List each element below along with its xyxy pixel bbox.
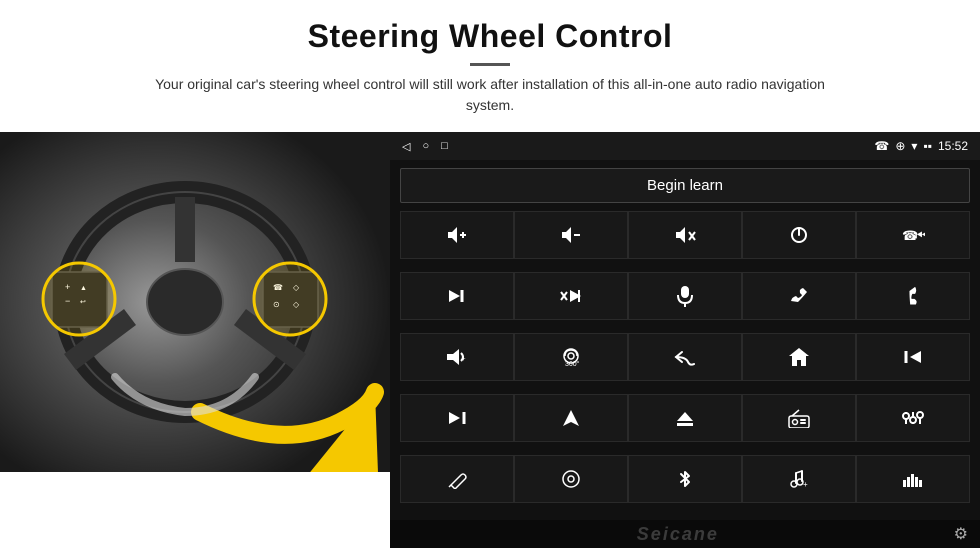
page: Steering Wheel Control Your original car… <box>0 0 980 548</box>
skip-next-button[interactable] <box>400 272 514 320</box>
control-icon-grid: ☎⏮ + <box>390 211 980 520</box>
header-section: Steering Wheel Control Your original car… <box>0 0 980 122</box>
pen-button[interactable] <box>400 455 514 503</box>
radio-button[interactable] <box>742 394 856 442</box>
title-divider <box>470 63 510 66</box>
svg-text:360°: 360° <box>565 360 580 368</box>
home-button[interactable] <box>742 333 856 381</box>
phone-status-icon: ☎ <box>874 139 889 153</box>
back-button[interactable] <box>628 333 742 381</box>
vol-up-button[interactable] <box>400 211 514 259</box>
horn-button[interactable]: + <box>400 333 514 381</box>
mute-button[interactable] <box>628 211 742 259</box>
battery-icon: ▪▪ <box>923 139 932 153</box>
power-button[interactable] <box>742 211 856 259</box>
back-nav-icon[interactable]: ◁ <box>402 140 410 153</box>
brand-text: Seicane <box>402 524 954 545</box>
begin-learn-row: Begin learn <box>390 160 980 211</box>
clock-display: 15:52 <box>938 139 968 153</box>
location-status-icon: ⊕ <box>895 139 905 153</box>
status-nav-icons: ◁ ○ □ <box>402 140 448 153</box>
recent-nav-icon[interactable]: □ <box>441 140 448 152</box>
spectrum-button[interactable] <box>856 455 970 503</box>
settings-gear-icon[interactable]: ⚙ <box>954 524 968 544</box>
phone-answer-button[interactable] <box>742 272 856 320</box>
fast-fwd-button[interactable] <box>400 394 514 442</box>
settings-circle-button[interactable] <box>514 455 628 503</box>
bluetooth-button[interactable] <box>628 455 742 503</box>
status-bar: ◁ ○ □ ☎ ⊕ ▾ ▪▪ 15:52 <box>390 132 980 160</box>
svg-text:+: + <box>462 357 466 363</box>
svg-text:+: + <box>803 480 808 489</box>
status-right-icons: ☎ ⊕ ▾ ▪▪ 15:52 <box>874 139 968 153</box>
phone-hang-button[interactable] <box>856 272 970 320</box>
steering-wheel-svg: + ▲ − ↩ ☎ ◇ ⊙ ◇ <box>0 132 390 472</box>
mute-skip-button[interactable] <box>514 272 628 320</box>
radio-screen: ◁ ○ □ ☎ ⊕ ▾ ▪▪ 15:52 Begin learn <box>390 132 980 548</box>
equalizer-button[interactable] <box>856 394 970 442</box>
vol-down-button[interactable] <box>514 211 628 259</box>
svg-text:⏮: ⏮ <box>915 227 925 243</box>
page-subtitle: Your original car's steering wheel contr… <box>150 74 830 116</box>
microphone-button[interactable] <box>628 272 742 320</box>
prev-track-button[interactable] <box>856 333 970 381</box>
page-title: Steering Wheel Control <box>40 18 940 55</box>
wifi-status-icon: ▾ <box>911 139 917 153</box>
camera-360-button[interactable]: 360° <box>514 333 628 381</box>
home-nav-icon[interactable]: ○ <box>422 140 429 152</box>
call-prev-button[interactable]: ☎⏮ <box>856 211 970 259</box>
music-button[interactable]: + <box>742 455 856 503</box>
sw-background: + ▲ − ↩ ☎ ◇ ⊙ ◇ <box>0 132 390 472</box>
content-row: + ▲ − ↩ ☎ ◇ ⊙ ◇ <box>0 132 980 548</box>
begin-learn-button[interactable]: Begin learn <box>400 168 970 203</box>
bottom-bar: Seicane ⚙ <box>390 520 980 548</box>
steering-wheel-photo: + ▲ − ↩ ☎ ◇ ⊙ ◇ <box>0 132 390 472</box>
eject-button[interactable] <box>628 394 742 442</box>
navigate-button[interactable] <box>514 394 628 442</box>
